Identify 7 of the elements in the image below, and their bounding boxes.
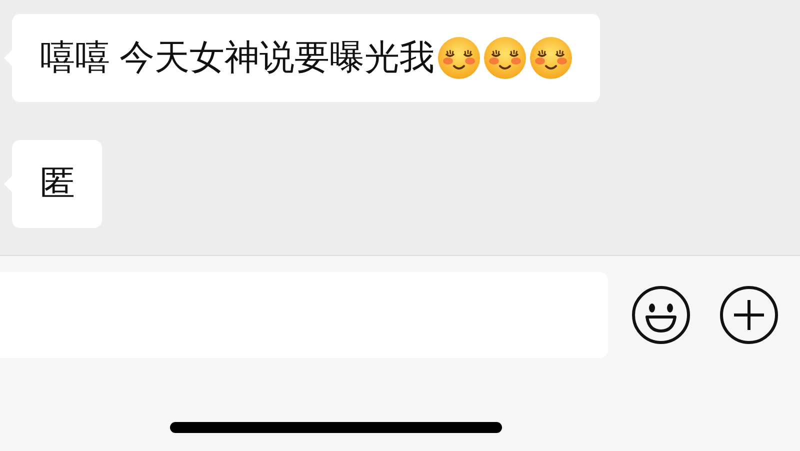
blushing-face-icon [482,36,527,80]
blushing-face-icon [436,36,481,80]
message-text: 嘻嘻 今天女神说要曝光我 [40,36,435,79]
message-text: 匿 [40,162,75,205]
emoji-button-icon[interactable] [631,284,691,344]
blushing-face-icon [528,36,573,80]
plus-icon[interactable] [719,284,779,344]
